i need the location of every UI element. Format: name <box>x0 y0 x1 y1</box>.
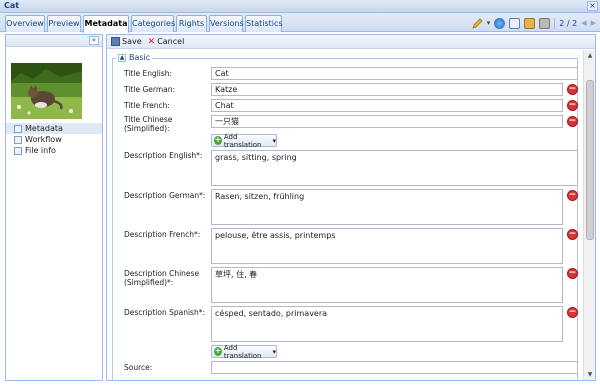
description-spanish-field[interactable]: césped, sentado, primavera <box>211 306 563 342</box>
asset-thumbnail <box>11 63 82 119</box>
scroll-down-icon[interactable]: ▼ <box>585 370 595 380</box>
tab-versions[interactable]: Versions <box>209 15 244 32</box>
title-french-label: Title French: <box>124 101 170 110</box>
add-icon: + <box>214 135 222 145</box>
tab-preview[interactable]: Preview <box>47 15 81 32</box>
scroll-up-icon[interactable]: ▲ <box>585 51 595 61</box>
remove-description-chinese-icon[interactable]: − <box>567 268 578 279</box>
description-german-field[interactable]: Rasen, sitzen, frühling <box>211 189 563 225</box>
prev-arrow-icon[interactable]: ◀ <box>581 19 586 27</box>
description-english-field[interactable]: grass, sitting, spring <box>211 150 578 186</box>
next-arrow-icon[interactable]: ▶ <box>591 19 596 27</box>
section-legend[interactable]: ▲ Basic <box>116 53 153 62</box>
dropdown-arrow-icon: ▾ <box>272 347 276 356</box>
pencil-icon[interactable] <box>472 17 483 29</box>
tab-statistics[interactable]: Statistics <box>245 15 283 32</box>
tab-metadata[interactable]: Metadata <box>83 15 129 33</box>
tab-rights[interactable]: Rights <box>176 15 207 32</box>
sidebar-header: « <box>6 35 102 47</box>
toolbar-separator <box>554 17 556 29</box>
dropdown-arrow-icon[interactable]: ▾ <box>487 19 491 27</box>
vertical-scrollbar[interactable]: ▲ ▼ <box>583 50 595 380</box>
description-spanish-label: Description Spanish*: <box>124 308 205 317</box>
title-german-field[interactable]: Katze <box>211 83 563 96</box>
add-title-translation-button[interactable]: + Add translation ▾ <box>211 132 277 149</box>
description-chinese-field[interactable]: 草坪, 住, 春 <box>211 267 563 303</box>
save-label: Save <box>122 37 142 46</box>
sidebar-item-metadata[interactable]: Metadata <box>6 123 102 134</box>
sidebar: « Metadata Workflow File info <box>5 34 103 381</box>
description-french-field[interactable]: pelouse, être assis, printemps <box>211 228 563 264</box>
scroll-thumb[interactable] <box>586 80 594 240</box>
close-icon[interactable]: × <box>587 1 598 11</box>
cancel-button[interactable]: ✕ Cancel <box>148 37 185 46</box>
sidebar-item-label: Workflow <box>25 135 62 144</box>
metadata-icon <box>14 124 22 133</box>
tab-overview[interactable]: Overview <box>5 15 45 32</box>
metadata-panel: Save ✕ Cancel ▲ Basic Title English: Cat… <box>106 34 596 381</box>
file-info-icon <box>14 146 22 155</box>
save-button[interactable]: Save <box>111 37 142 46</box>
cancel-label: Cancel <box>157 37 185 46</box>
remove-title-german-icon[interactable]: − <box>567 84 578 95</box>
mail-icon[interactable] <box>509 17 521 29</box>
form-scroll-area: ▲ Basic Title English: Cat Title German:… <box>107 50 583 380</box>
title-chinese-label: Title Chinese (Simplified): <box>124 115 173 133</box>
globe-icon[interactable] <box>494 17 506 29</box>
sidebar-nav: Metadata Workflow File info <box>6 123 102 156</box>
pager-count: 2 / 2 <box>559 18 578 28</box>
title-chinese-field[interactable]: 一只猫 <box>211 115 563 128</box>
add-description-translation-button[interactable]: + Add translation ▾ <box>211 343 277 360</box>
add-translation-label: Add translation <box>223 343 262 360</box>
top-toolbar: ▾ 2 / 2 ◀ ▶ <box>472 16 596 30</box>
section-title: Basic <box>129 53 151 62</box>
sidebar-item-file-info[interactable]: File info <box>6 145 102 156</box>
description-french-label: Description French*: <box>124 230 201 239</box>
cancel-icon: ✕ <box>147 36 156 47</box>
source-label: Source: <box>124 363 153 372</box>
description-english-label: Description English*: <box>124 151 203 160</box>
remove-description-french-icon[interactable]: − <box>567 229 578 240</box>
tools-icon[interactable] <box>539 17 551 29</box>
sidebar-item-label: File info <box>25 146 56 155</box>
save-icon <box>111 37 120 46</box>
window-titlebar: Cat × <box>0 0 600 13</box>
remove-title-french-icon[interactable]: − <box>567 100 578 111</box>
add-icon: + <box>214 346 222 356</box>
sidebar-item-workflow[interactable]: Workflow <box>6 134 102 145</box>
collapse-section-icon[interactable]: ▲ <box>118 53 126 62</box>
title-german-label: Title German: <box>124 85 176 94</box>
basic-section: ▲ Basic Title English: Cat Title German:… <box>112 53 578 380</box>
sidebar-item-label: Metadata <box>25 124 63 133</box>
title-french-field[interactable]: Chat <box>211 99 563 112</box>
remove-description-german-icon[interactable]: − <box>567 190 578 201</box>
dropdown-arrow-icon: ▾ <box>272 136 276 145</box>
tab-categories[interactable]: Categories <box>131 15 175 32</box>
add-translation-label: Add translation <box>223 132 262 149</box>
package-icon[interactable] <box>524 17 536 29</box>
window-title: Cat <box>4 1 20 10</box>
title-english-label: Title English: <box>124 69 173 78</box>
description-chinese-label: Description Chinese (Simplified)*: <box>124 269 200 287</box>
action-bar: Save ✕ Cancel <box>107 35 595 49</box>
remove-description-spanish-icon[interactable]: − <box>567 307 578 318</box>
title-english-field[interactable]: Cat <box>211 67 578 80</box>
description-german-label: Description German*: <box>124 191 206 200</box>
remove-title-chinese-icon[interactable]: − <box>567 116 578 127</box>
workflow-icon <box>14 135 22 144</box>
source-field[interactable] <box>211 361 578 374</box>
collapse-sidebar-icon[interactable]: « <box>89 36 99 45</box>
